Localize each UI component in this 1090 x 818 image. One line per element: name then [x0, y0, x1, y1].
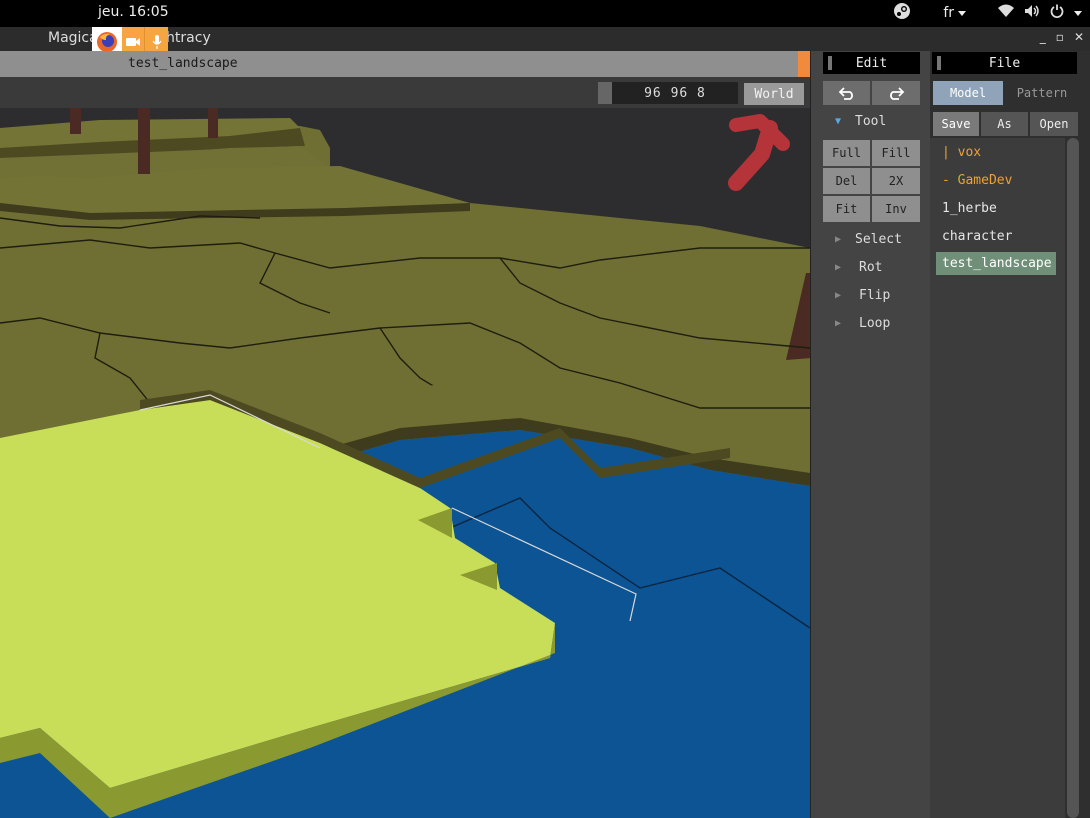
- collapsed-arrow-icon: ▶: [834, 290, 842, 301]
- collapsed-arrow-icon: ▶: [834, 262, 842, 273]
- loop-section[interactable]: ▶ Loop: [831, 316, 890, 331]
- fill-button[interactable]: Fill: [872, 140, 920, 166]
- steam-icon[interactable]: [893, 2, 911, 24]
- window-controls: _ ▫ ✕: [1040, 30, 1084, 44]
- file-panel: File Model Pattern Save As Open | vox - …: [930, 51, 1090, 818]
- clock[interactable]: jeu. 16:05: [98, 4, 169, 20]
- flip-section[interactable]: ▶ Flip: [831, 288, 890, 303]
- redo-button[interactable]: [872, 81, 920, 105]
- file-character[interactable]: character: [936, 225, 1056, 247]
- tab-accent[interactable]: [798, 51, 810, 77]
- file-1-herbe[interactable]: 1_herbe: [936, 197, 1056, 219]
- expanded-arrow-icon: ▼: [834, 116, 842, 127]
- chevron-down-icon[interactable]: [1074, 10, 1082, 16]
- select-label: Select: [855, 232, 902, 247]
- 3d-viewport[interactable]: 96 96 8 World: [0, 77, 810, 818]
- wifi-icon[interactable]: [998, 4, 1014, 22]
- flip-label: Flip: [859, 288, 891, 303]
- del-button[interactable]: Del: [823, 168, 870, 194]
- open-button[interactable]: Open: [1030, 112, 1078, 136]
- close-button[interactable]: ✕: [1074, 30, 1084, 44]
- undo-icon: [838, 87, 853, 100]
- rot-label: Rot: [859, 260, 883, 275]
- tab-model[interactable]: Model: [933, 81, 1003, 105]
- file-test-landscape[interactable]: test_landscape: [936, 252, 1056, 275]
- edit-header[interactable]: Edit: [823, 52, 920, 74]
- panel-grip: [937, 56, 941, 70]
- file-tab-bar: test_landscape: [0, 51, 810, 77]
- save-as-button[interactable]: As: [981, 112, 1028, 136]
- loop-label: Loop: [859, 316, 891, 331]
- rot-section[interactable]: ▶ Rot: [831, 260, 883, 275]
- system-top-bar: jeu. 16:05 fr: [0, 0, 1090, 27]
- undo-button[interactable]: [823, 81, 870, 105]
- fit-button[interactable]: Fit: [823, 196, 870, 222]
- maximize-button[interactable]: ▫: [1056, 30, 1064, 44]
- minimize-button[interactable]: _: [1040, 30, 1046, 44]
- volume-icon[interactable]: [1024, 4, 1040, 22]
- inv-button[interactable]: Inv: [872, 196, 920, 222]
- edit-panel: Edit ▼ Tool Full Fill Del 2X Fit Inv ▶ S…: [810, 51, 931, 818]
- full-button[interactable]: Full: [823, 140, 870, 166]
- file-header[interactable]: File: [932, 52, 1077, 74]
- tab-pattern[interactable]: Pattern: [1006, 81, 1078, 105]
- file-list: | vox - GameDev 1_herbe character test_l…: [930, 138, 1065, 818]
- language-selector[interactable]: fr: [943, 5, 966, 21]
- collapsed-arrow-icon: ▶: [834, 234, 842, 245]
- world-button[interactable]: World: [744, 83, 804, 105]
- system-tray: fr: [893, 3, 1082, 23]
- file-list-scrollbar[interactable]: [1067, 138, 1079, 818]
- select-section[interactable]: ▶ Select: [831, 232, 902, 247]
- viewport-toolbar: 96 96 8 World: [0, 77, 810, 109]
- redo-icon: [890, 87, 905, 100]
- dimension-field[interactable]: 96 96 8: [598, 82, 738, 104]
- voxel-scene[interactable]: [0, 108, 810, 818]
- collapsed-arrow-icon: ▶: [834, 318, 842, 329]
- power-icon[interactable]: [1050, 4, 1064, 22]
- panel-grip: [828, 56, 832, 70]
- tool-label: Tool: [855, 114, 887, 129]
- edit-header-label: Edit: [855, 55, 888, 71]
- file-header-label: File: [988, 55, 1021, 71]
- 2x-button[interactable]: 2X: [872, 168, 920, 194]
- file-tab[interactable]: test_landscape: [128, 56, 238, 71]
- save-button[interactable]: Save: [933, 112, 979, 136]
- language-label: fr: [943, 5, 954, 21]
- folder-vox[interactable]: | vox: [936, 141, 1056, 163]
- tool-section-header[interactable]: ▼ Tool: [831, 114, 886, 129]
- folder-gamedev[interactable]: - GameDev: [936, 169, 1056, 191]
- chevron-down-icon: [958, 10, 966, 16]
